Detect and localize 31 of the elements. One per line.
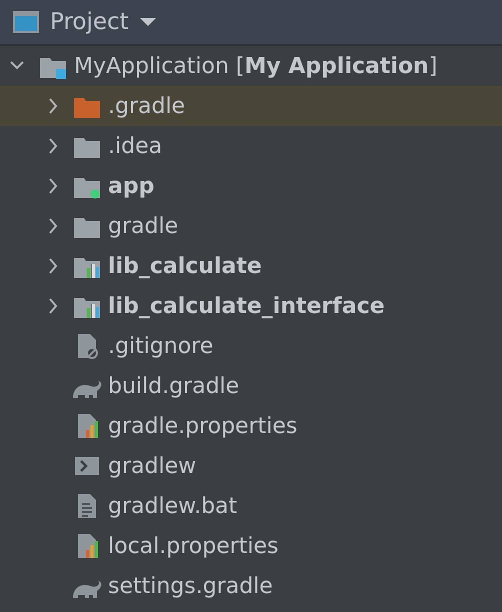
tree-item-label: settings.gradle <box>108 574 273 598</box>
tree-row[interactable]: lib_calculate <box>0 246 502 286</box>
tree-row[interactable]: build.gradle <box>0 366 502 406</box>
tree-item-label: app <box>108 174 154 198</box>
tree-row[interactable]: MyApplication [My Application] <box>0 46 502 86</box>
tree-item-label: gradle.properties <box>108 414 298 438</box>
tree-item-label: lib_calculate_interface <box>108 294 385 318</box>
tree-row[interactable]: settings.gradle <box>0 566 502 606</box>
tree-item-label: gradle <box>108 214 178 238</box>
tree-row[interactable]: .gradle <box>0 86 502 126</box>
tree-row[interactable]: local.properties <box>0 526 502 566</box>
tree-item-label: build.gradle <box>108 374 240 398</box>
tree-row[interactable]: gradle.properties <box>0 406 502 446</box>
tree-item-label: .gitignore <box>108 334 214 358</box>
tree-row[interactable]: .gitignore <box>0 326 502 366</box>
window-icon <box>12 10 40 34</box>
panel-title[interactable]: Project <box>50 9 129 35</box>
tree-item-label: gradlew <box>108 454 196 478</box>
tree-item-label: local.properties <box>108 534 279 558</box>
tree-row[interactable]: lib_calculate_interface <box>0 286 502 326</box>
tree-item-label: .idea <box>108 134 162 158</box>
tree-item-label: gradlew.bat <box>108 494 238 518</box>
tree-item-label: lib_calculate <box>108 254 262 278</box>
dropdown-caret-icon[interactable] <box>138 17 157 27</box>
tree-row[interactable]: gradle <box>0 206 502 246</box>
tree-item-label: MyApplication [My Application] <box>74 54 438 78</box>
tree-row[interactable]: gradlew.bat <box>0 486 502 526</box>
tree-row[interactable]: gradlew <box>0 446 502 486</box>
tree-item-label: .gradle <box>108 94 186 118</box>
tree-row[interactable]: .idea <box>0 126 502 166</box>
tree-row[interactable]: app <box>0 166 502 206</box>
